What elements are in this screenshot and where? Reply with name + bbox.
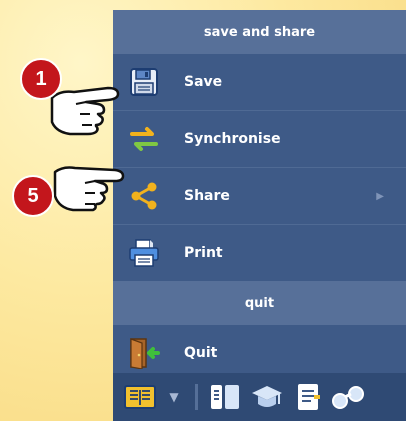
menu-item-label: Share [184, 188, 230, 204]
menu-item-share[interactable]: Share ▶ [113, 167, 406, 224]
menu-item-label: Quit [184, 345, 218, 361]
main-menu: save and share Save Synchronise Share ▶ … [113, 10, 406, 421]
share-icon [127, 179, 161, 213]
floppy-disk-icon [127, 65, 161, 99]
sync-arrows-icon [127, 122, 161, 156]
menu-item-label: Save [184, 74, 223, 90]
document-icon[interactable] [294, 382, 324, 412]
menu-item-save[interactable]: Save [113, 54, 406, 110]
dropdown-arrow-icon[interactable]: ▼ [165, 382, 183, 412]
menu-item-synchronise[interactable]: Synchronise [113, 110, 406, 167]
step-badge-1: 1 [20, 58, 62, 100]
columns-icon[interactable] [209, 382, 241, 412]
bottom-toolbar: ▼ [113, 373, 406, 421]
menu-item-label: Print [184, 245, 223, 261]
menu-item-label: Synchronise [184, 131, 281, 147]
submenu-arrow-icon: ▶ [376, 190, 384, 202]
printer-icon [127, 236, 161, 270]
pointing-hand-5 [51, 158, 129, 216]
menu-item-print[interactable]: Print [113, 224, 406, 281]
binoculars-icon[interactable] [331, 382, 367, 412]
exit-door-icon [127, 336, 161, 370]
step-badge-5: 5 [12, 175, 54, 217]
section-header-quit: quit [113, 281, 406, 325]
section-header-save-and-share: save and share [113, 10, 406, 54]
graduation-cap-icon[interactable] [249, 382, 285, 412]
book-icon[interactable] [123, 382, 157, 412]
toolbar-separator [195, 384, 198, 410]
